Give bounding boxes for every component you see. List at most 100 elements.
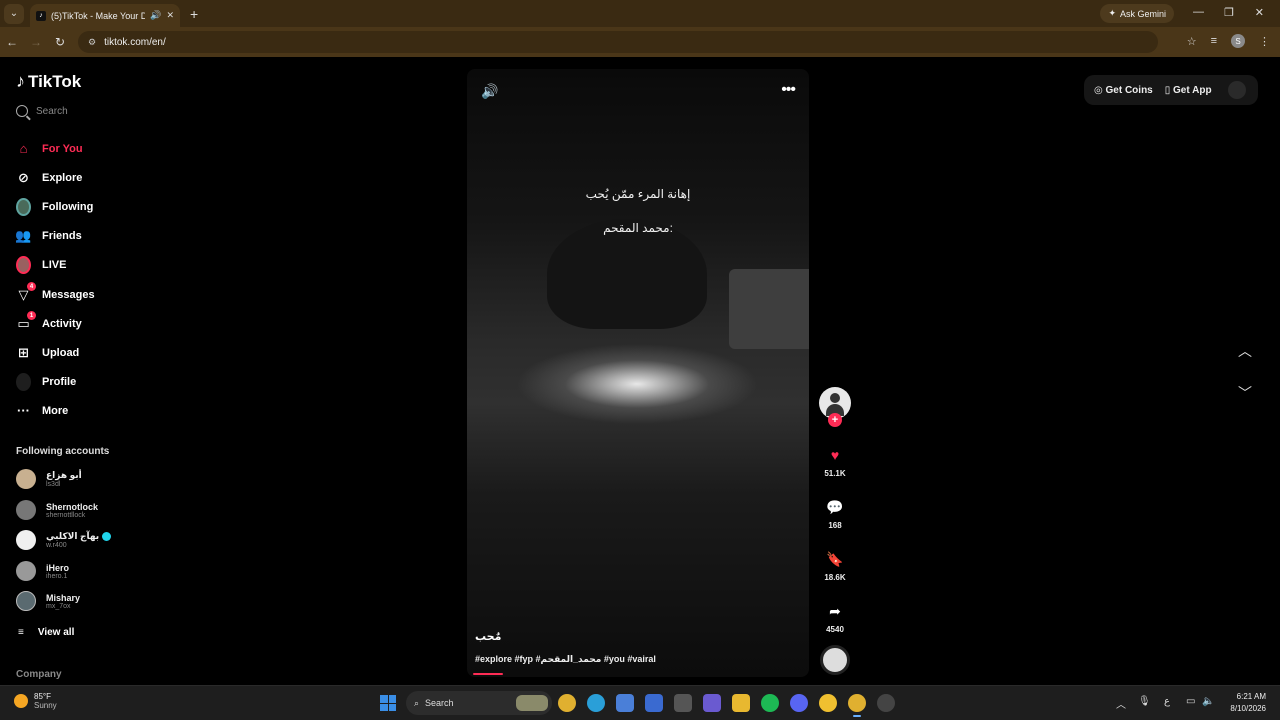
get-app-button[interactable]: ▯ Get App xyxy=(1165,85,1212,96)
search-input[interactable]: Search xyxy=(16,105,68,117)
weather-condition: Sunny xyxy=(34,701,57,710)
search-highlight-image xyxy=(516,695,548,711)
mail-icon[interactable] xyxy=(645,694,663,712)
more-options-icon[interactable]: ••• xyxy=(781,81,796,99)
creator-avatar[interactable]: + xyxy=(819,387,851,427)
verified-badge-icon xyxy=(102,532,112,541)
search-icon: ⌕ xyxy=(414,697,420,708)
following-account[interactable]: Mishary mx_7ox xyxy=(16,591,80,611)
url-text: tiktok.com/en/ xyxy=(104,36,166,48)
following-account[interactable]: iHero ihero.1 xyxy=(16,561,69,581)
save-count: 18.6K xyxy=(824,573,846,582)
file-explorer-icon[interactable] xyxy=(732,694,750,712)
like-button[interactable]: ♥ 51.1K xyxy=(818,447,852,478)
browser-tab[interactable]: ♪ (5)TikTok - Make Your Day 🔊 ✕ xyxy=(30,4,180,27)
taskbar-search[interactable]: ⌕ Search xyxy=(406,691,552,715)
top-right-actions: ◎ Get Coins ▯ Get App xyxy=(1084,75,1258,105)
restore-icon[interactable]: ❐ xyxy=(1224,6,1234,19)
music-disc-icon[interactable] xyxy=(820,645,850,675)
view-all-button[interactable]: ≡ View all xyxy=(18,627,74,638)
nav-label: Upload xyxy=(42,346,80,359)
following-account[interactable]: Shernotlock shernottllock xyxy=(16,500,98,520)
account-name: Mishary xyxy=(46,592,81,603)
tab-close-icon[interactable]: ✕ xyxy=(166,10,174,21)
nav-explore[interactable]: ⊘ Explore xyxy=(16,170,82,185)
save-button[interactable]: 🔖 18.6K xyxy=(818,551,852,582)
video-player[interactable]: 🔊 ••• إهانة المرء ممّن يُحب محمد المقحم:… xyxy=(467,69,809,677)
follow-plus-icon[interactable]: + xyxy=(828,413,842,427)
discord-icon[interactable] xyxy=(790,694,808,712)
chrome-active-icon[interactable] xyxy=(848,694,866,717)
tab-search-button[interactable]: ⌄ xyxy=(4,3,24,24)
ask-gemini-button[interactable]: ✦ Ask Gemini xyxy=(1100,4,1174,23)
tab-audio-icon[interactable]: 🔊 xyxy=(150,10,161,21)
site-info-icon[interactable]: ⚙ xyxy=(88,37,96,48)
window-close-icon[interactable]: ✕ xyxy=(1255,6,1264,19)
nav-label: Messages xyxy=(42,288,95,301)
teams-icon[interactable] xyxy=(703,694,721,712)
nav-following[interactable]: Following xyxy=(16,197,94,216)
browser-profile-avatar[interactable]: S xyxy=(1231,34,1245,48)
media-control-icon[interactable]: ≡ xyxy=(1211,35,1217,47)
nav-for-you[interactable]: ⌂ For You xyxy=(16,141,83,156)
edge-icon[interactable] xyxy=(587,694,605,712)
network-icon[interactable]: ▭ xyxy=(1186,696,1195,707)
nav-upload[interactable]: ⊞ Upload xyxy=(16,345,79,360)
sun-icon xyxy=(14,694,28,708)
company-link[interactable]: Company xyxy=(16,669,62,680)
comment-count: 168 xyxy=(828,521,842,530)
windows-start-icon[interactable] xyxy=(380,695,396,711)
video-author-name[interactable]: مٌحب xyxy=(475,630,501,643)
reload-icon[interactable]: ↻ xyxy=(48,35,72,49)
url-field[interactable]: ⚙ tiktok.com/en/ xyxy=(78,31,1158,53)
language-indicator[interactable]: ع xyxy=(1164,696,1170,707)
nav-label: Following xyxy=(42,200,94,213)
nav-profile[interactable]: Profile xyxy=(16,372,76,391)
settings-icon[interactable] xyxy=(674,694,692,712)
nav-messages[interactable]: ▽ 4 Messages xyxy=(16,282,95,302)
nav-label: More xyxy=(42,404,69,417)
nav-more[interactable]: ··· More xyxy=(16,403,68,418)
comment-button[interactable]: 💬 168 xyxy=(818,499,852,530)
chrome-icon[interactable] xyxy=(558,694,576,712)
avatar xyxy=(16,530,36,550)
video-progress-bar[interactable] xyxy=(473,673,503,675)
microphone-icon[interactable]: 🎙 xyxy=(1138,696,1151,707)
nav-friends[interactable]: 👥 Friends xyxy=(15,228,82,243)
spotify-icon[interactable] xyxy=(761,694,779,712)
speaker-icon[interactable]: 🔈 xyxy=(1202,696,1214,707)
video-hashtags[interactable]: #explore #fyp #محمد_المقحم #you #vairal xyxy=(475,654,656,665)
following-account[interactable]: أبو هزاع ls3dl xyxy=(16,469,82,489)
bookmark-star-icon[interactable]: ☆ xyxy=(1187,35,1197,48)
taskbar-search-label: Search xyxy=(425,698,454,708)
account-handle: mx_7ox xyxy=(46,602,71,610)
following-account[interactable]: بهآج الاكلبي w.r400 xyxy=(16,530,112,550)
browser-menu-icon[interactable]: ⋮ xyxy=(1259,35,1270,48)
gemini-icon: ✦ xyxy=(1108,8,1116,18)
emoji-app-icon[interactable] xyxy=(819,694,837,712)
tray-chevron-up-icon[interactable]: ︿ xyxy=(1116,696,1126,711)
user-avatar[interactable] xyxy=(1227,81,1246,99)
tiktok-logo[interactable]: ♪ TikTok xyxy=(16,71,81,92)
taskbar: 85°F Sunny ⌕ Search ︿ 🎙 ع ▭ 🔈 6:21 AM 8/… xyxy=(0,685,1280,720)
nav-label: Explore xyxy=(42,171,83,184)
following-accounts-title: Following accounts xyxy=(16,446,110,457)
system-clock[interactable]: 6:21 AM 8/10/2026 xyxy=(1230,691,1266,715)
forward-icon[interactable]: → xyxy=(24,35,48,49)
ask-gemini-label: Ask Gemini xyxy=(1119,8,1166,19)
share-button[interactable]: ➦ 4540 xyxy=(818,603,852,634)
nav-live[interactable]: LIVE xyxy=(16,255,66,274)
get-coins-button[interactable]: ◎ Get Coins xyxy=(1094,85,1153,96)
nav-activity[interactable]: ▭ 1 Activity xyxy=(16,311,82,331)
weather-widget[interactable]: 85°F Sunny xyxy=(14,692,57,710)
chevron-down-icon[interactable]: ﹀ xyxy=(1238,383,1252,403)
other-app-icon[interactable] xyxy=(877,694,895,712)
chevron-up-icon[interactable]: ︿ xyxy=(1238,341,1252,361)
new-tab-button[interactable]: + xyxy=(190,6,198,22)
volume-icon[interactable]: 🔊 xyxy=(481,83,498,100)
nav-label: Friends xyxy=(42,229,82,242)
store-icon[interactable] xyxy=(616,694,634,712)
back-icon[interactable]: ← xyxy=(0,35,24,49)
video-action-bar: + ♥ 51.1K 💬 168 🔖 18.6K ➦ 4540 xyxy=(818,387,852,675)
minimize-icon[interactable]: — xyxy=(1193,6,1204,18)
